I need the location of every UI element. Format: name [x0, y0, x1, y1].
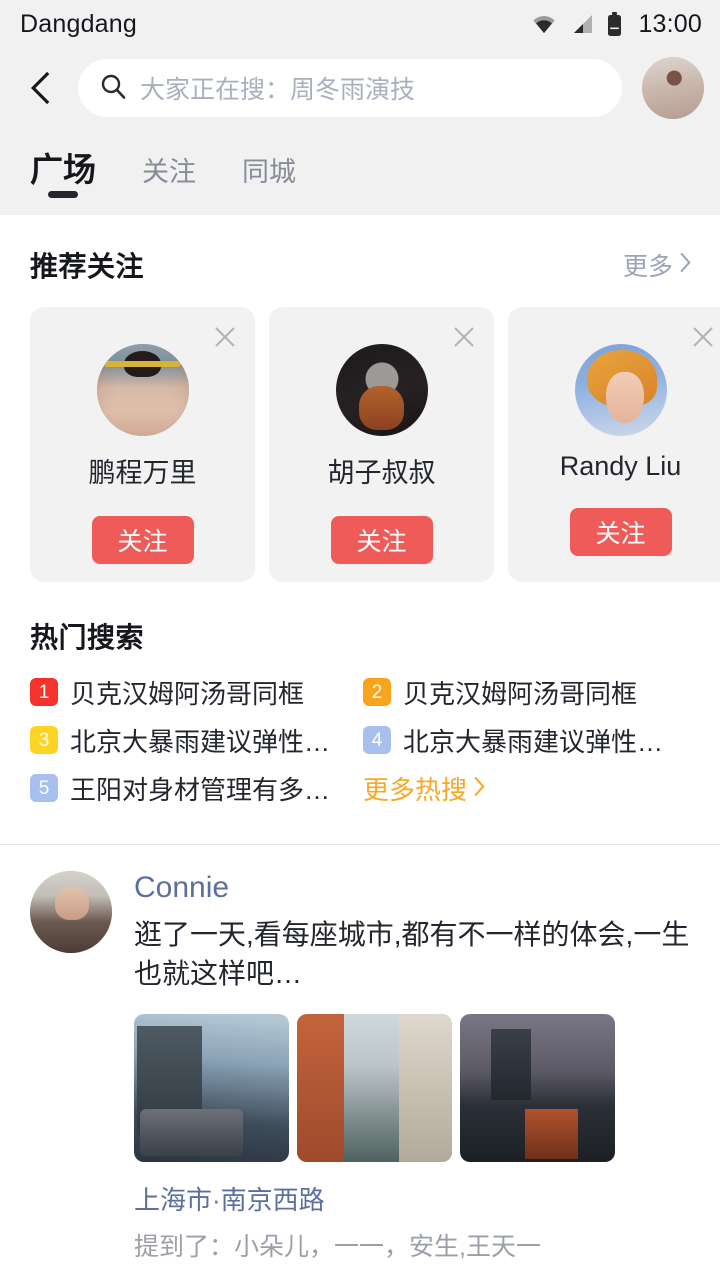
hot-search-item[interactable]: 2 贝克汉姆阿汤哥同框 — [363, 668, 696, 716]
tab-nearby[interactable]: 同城 — [242, 159, 296, 200]
recommend-card-name: 胡子叔叔 — [327, 458, 436, 488]
status-icons: 13:00 — [531, 10, 702, 39]
hot-search-text: 贝克汉姆阿汤哥同框 — [70, 678, 305, 709]
tab-nearby-label: 同城 — [242, 157, 296, 187]
status-badge: 2 — [363, 678, 391, 706]
recommend-card-list: 鹏程万里 关注 胡子叔叔 关注 Randy Liu 关注 — [0, 291, 720, 582]
hot-search-more-button[interactable]: 更多热搜 — [363, 764, 696, 812]
recommend-card[interactable]: 鹏程万里 关注 — [30, 307, 255, 582]
avatar-image — [574, 344, 667, 436]
avatar[interactable] — [642, 57, 704, 119]
feed-post-username[interactable]: Connie — [134, 871, 696, 906]
close-icon[interactable] — [689, 323, 717, 351]
avatar-image — [642, 57, 704, 119]
status-badge: 4 — [363, 726, 391, 754]
tab-plaza[interactable]: 广场 — [30, 153, 96, 200]
recommend-card-name: 鹏程万里 — [88, 458, 197, 488]
recommend-card-avatar[interactable] — [574, 344, 667, 436]
recommend-more-label: 更多 — [622, 253, 673, 281]
recommend-card-avatar[interactable] — [335, 344, 428, 436]
feed-post-image[interactable] — [134, 1014, 289, 1162]
recommend-card-name: Randy Liu — [559, 451, 682, 481]
city-photo-3-image — [460, 1014, 615, 1162]
city-photo-1-image — [134, 1014, 289, 1162]
hot-search-item[interactable]: 4 北京大暴雨建议弹性… — [363, 716, 696, 764]
carrier-label: Dangdang — [20, 9, 137, 38]
recommend-title: 推荐关注 — [30, 251, 145, 282]
recommend-section: 推荐关注 更多 鹏程万里 关注 胡子叔叔 关注 Randy Liu 关注 — [0, 215, 720, 582]
search-placeholder: 大家正在搜：周冬雨演技 — [140, 76, 416, 104]
hot-search-item[interactable]: 3 北京大暴雨建议弹性… — [30, 716, 363, 764]
status-bar: Dangdang 13:00 — [0, 0, 720, 48]
hot-search-more-label: 更多热搜 — [363, 774, 468, 805]
tab-bar: 广场 关注 同城 — [0, 128, 720, 200]
hot-search-text: 北京大暴雨建议弹性… — [403, 726, 664, 757]
chevron-right-icon — [679, 251, 692, 280]
signal-icon — [570, 14, 594, 34]
feed-post-text: 逛了一天,看每座城市,都有不一样的体会,一生也就这样吧… — [134, 918, 690, 990]
hot-search-text: 北京大暴雨建议弹性… — [70, 726, 331, 757]
recommend-more-button[interactable]: 更多 — [623, 247, 692, 283]
follow-button[interactable]: 关注 — [91, 516, 194, 564]
status-badge: 5 — [30, 774, 58, 802]
hot-search-item[interactable]: 1 贝克汉姆阿汤哥同框 — [30, 668, 363, 716]
hot-search-text: 王阳对身材管理有多… — [70, 774, 331, 805]
recommend-card-avatar[interactable] — [96, 344, 189, 436]
feed-post-image[interactable] — [460, 1014, 615, 1162]
hot-search-title: 热门搜索 — [30, 622, 145, 653]
city-photo-2-image — [297, 1014, 452, 1162]
hot-search-text: 贝克汉姆阿汤哥同框 — [403, 678, 638, 709]
avatar[interactable] — [30, 871, 112, 953]
hot-search-section: 热门搜索 1 贝克汉姆阿汤哥同框 2 贝克汉姆阿汤哥同框 3 北京大暴雨建议弹性… — [0, 582, 720, 845]
avatar-image — [335, 344, 428, 436]
hot-search-list: 1 贝克汉姆阿汤哥同框 2 贝克汉姆阿汤哥同框 3 北京大暴雨建议弹性… 4 北… — [0, 656, 720, 812]
chevron-left-icon — [28, 70, 54, 106]
feed-post-location[interactable]: 上海市·南京西路 — [134, 1180, 696, 1217]
avatar-image — [30, 871, 112, 953]
recommend-header: 推荐关注 更多 — [0, 239, 720, 291]
feed-post[interactable]: Connie 逛了一天,看每座城市,都有不一样的体会,一生也就这样吧… 上海市·… — [0, 845, 720, 1263]
close-icon[interactable] — [211, 323, 239, 351]
clock-label: 13:00 — [638, 9, 702, 38]
avatar-image — [96, 344, 189, 436]
follow-button[interactable]: 关注 — [569, 508, 672, 556]
chevron-right-icon — [473, 773, 486, 804]
wifi-icon — [531, 14, 557, 34]
recommend-card[interactable]: 胡子叔叔 关注 — [269, 307, 494, 582]
follow-button[interactable]: 关注 — [330, 516, 433, 564]
app-header: Dangdang 13:00 大家正在搜：周冬雨演技 广场 关注 同城 — [0, 0, 720, 215]
battery-icon — [607, 12, 622, 36]
feed-post-image[interactable] — [297, 1014, 452, 1162]
status-badge: 3 — [30, 726, 58, 754]
status-badge: 1 — [30, 678, 58, 706]
search-row: 大家正在搜：周冬雨演技 — [0, 48, 720, 128]
feed-post-mentions: 提到了：小朵儿，一一，安生,王天一 — [134, 1233, 541, 1261]
tab-following[interactable]: 关注 — [142, 159, 196, 200]
feed-post-image-row — [134, 1014, 696, 1162]
hot-search-item[interactable]: 5 王阳对身材管理有多… — [30, 764, 363, 812]
tab-plaza-label: 广场 — [30, 151, 96, 188]
back-button[interactable] — [14, 61, 68, 115]
close-icon[interactable] — [450, 323, 478, 351]
tab-following-label: 关注 — [142, 157, 196, 187]
tab-active-indicator — [48, 191, 78, 198]
search-input[interactable]: 大家正在搜：周冬雨演技 — [78, 59, 622, 117]
recommend-card[interactable]: Randy Liu 关注 — [508, 307, 720, 582]
search-icon — [100, 73, 126, 104]
feed-post-body: Connie 逛了一天,看每座城市,都有不一样的体会,一生也就这样吧… 上海市·… — [134, 871, 696, 1263]
